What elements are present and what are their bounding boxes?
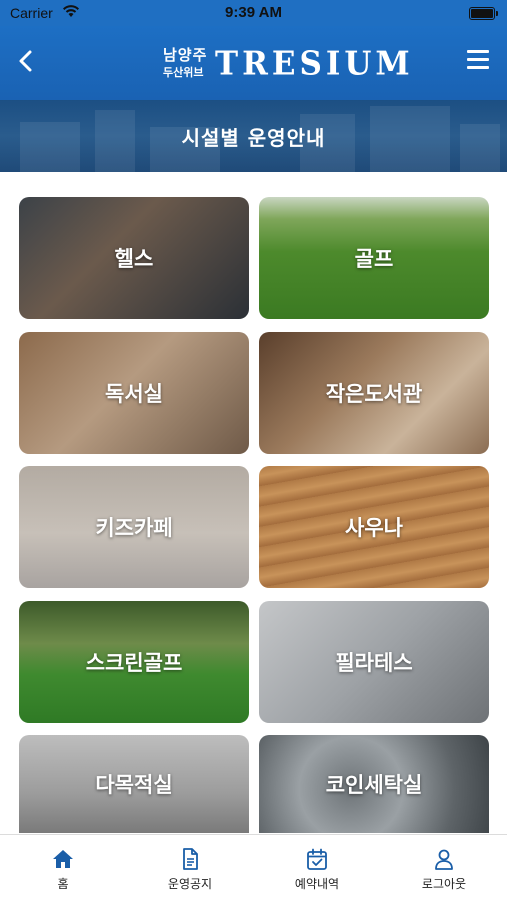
- chevron-left-icon: [19, 50, 32, 72]
- hamburger-menu-icon[interactable]: [467, 50, 489, 72]
- tab-logout[interactable]: 로그아웃: [381, 835, 507, 901]
- page-title: 시설별 운영안내: [181, 126, 326, 150]
- facility-label: 헬스: [114, 247, 154, 271]
- facility-tile-gym[interactable]: 헬스: [19, 197, 249, 319]
- facility-label: 코인세탁실: [325, 773, 423, 797]
- facility-tile-small-library[interactable]: 작은도서관: [259, 332, 489, 454]
- logo-english: TRESIUM: [215, 45, 414, 83]
- facility-tile-sauna[interactable]: 사우나: [259, 466, 489, 588]
- facility-label: 스크린골프: [85, 651, 183, 675]
- facility-tile-kids-cafe[interactable]: 키즈카페: [19, 466, 249, 588]
- tab-label: 로그아웃: [421, 877, 467, 891]
- clock: 9:39 AM: [225, 4, 282, 21]
- facility-tile-pilates[interactable]: 필라테스: [259, 601, 489, 723]
- facility-label: 독서실: [105, 382, 163, 406]
- back-button[interactable]: [14, 48, 40, 74]
- facility-label: 키즈카페: [95, 516, 173, 540]
- tab-label: 운영공지: [167, 877, 213, 891]
- section-banner: 시설별 운영안내: [0, 100, 507, 172]
- navigation-bar: 남양주 두산위브 TRESIUM: [0, 26, 507, 100]
- facility-label: 다목적실: [95, 773, 173, 797]
- home-icon: [53, 850, 73, 868]
- facility-tile-screen-golf[interactable]: 스크린골프: [19, 601, 249, 723]
- calendar-check-icon: [307, 848, 327, 870]
- facility-label: 필라테스: [335, 651, 413, 675]
- battery-icon: [469, 7, 498, 20]
- user-icon: [435, 849, 453, 870]
- facility-label: 골프: [354, 247, 394, 271]
- bottom-tab-bar: 홈 운영공지 예약내역 로그아웃: [0, 834, 507, 901]
- document-icon: [183, 848, 198, 870]
- facility-label: 사우나: [345, 516, 403, 540]
- logo-korean-line1: 남양주: [163, 46, 208, 64]
- facility-tile-golf[interactable]: 골프: [259, 197, 489, 319]
- status-bar: Carrier 9:39 AM: [0, 0, 507, 26]
- tab-reservations[interactable]: 예약내역: [254, 835, 380, 901]
- facility-tile-reading-room[interactable]: 독서실: [19, 332, 249, 454]
- tab-home[interactable]: 홈: [0, 835, 126, 901]
- facility-label: 작은도서관: [325, 382, 423, 406]
- facility-tile-multipurpose-room[interactable]: 다목적실: [19, 735, 249, 833]
- facility-tile-coin-laundry[interactable]: 코인세탁실: [259, 735, 489, 833]
- logo-korean-line2: 두산위브: [163, 66, 204, 79]
- tab-notice[interactable]: 운영공지: [127, 835, 253, 901]
- tab-label: 홈: [57, 877, 69, 891]
- tab-label: 예약내역: [294, 877, 340, 891]
